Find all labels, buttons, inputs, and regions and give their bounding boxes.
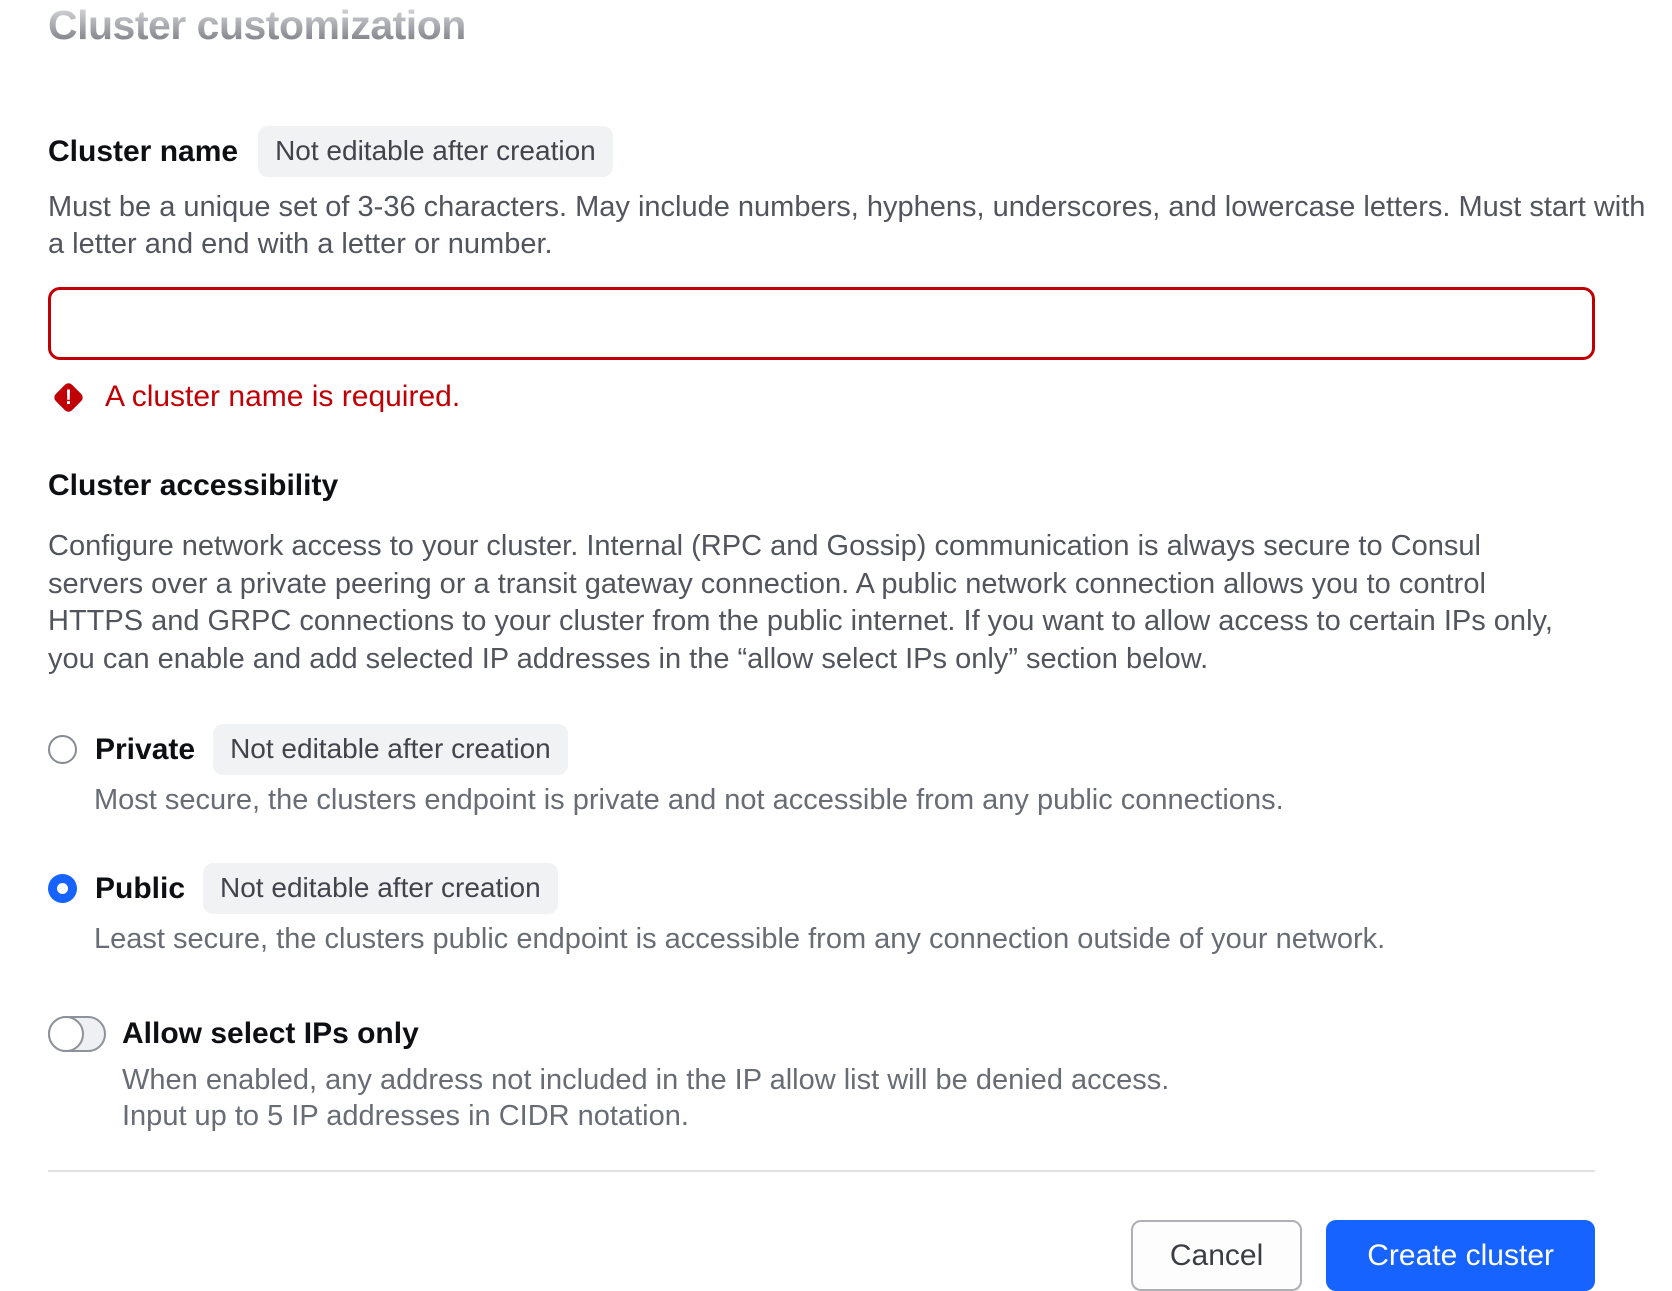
allow-select-ips-description-line: Input up to 5 IP addresses in CIDR notat… <box>122 1098 1595 1134</box>
cluster-name-help-text: Must be a unique set of 3-36 characters.… <box>48 189 1595 263</box>
footer-divider <box>48 1170 1595 1172</box>
allow-select-ips-description: When enabled, any address not included i… <box>122 1062 1595 1134</box>
radio-button-public[interactable] <box>48 874 77 903</box>
cluster-customization-form: Cluster customization Cluster name Not e… <box>0 0 1672 1291</box>
cluster-name-label: Cluster name <box>48 135 238 169</box>
alert-diamond-icon: ! <box>48 377 88 417</box>
create-cluster-button[interactable]: Create cluster <box>1326 1220 1595 1291</box>
private-badge: Not editable after creation <box>213 724 568 775</box>
cluster-name-error-message: A cluster name is required. <box>105 380 460 414</box>
cluster-name-label-row: Cluster name Not editable after creation <box>48 126 1595 177</box>
allow-select-ips-description-line: When enabled, any address not included i… <box>122 1062 1595 1098</box>
allow-select-ips-toggle[interactable] <box>48 1016 106 1052</box>
private-description: Most secure, the clusters endpoint is pr… <box>94 784 1595 817</box>
cluster-name-help-line: a letter and end with a letter or number… <box>48 226 1595 263</box>
public-badge: Not editable after creation <box>203 863 558 914</box>
allow-select-ips-row: Allow select IPs only <box>48 1016 1595 1052</box>
radio-label-private: Private <box>95 733 195 767</box>
accessibility-description-line: HTTPS and GRPC connections to your clust… <box>48 603 1595 641</box>
radio-button-private[interactable] <box>48 735 77 764</box>
cluster-name-badge: Not editable after creation <box>258 126 613 177</box>
radio-label-public: Public <box>95 872 185 906</box>
public-description: Least secure, the clusters public endpoi… <box>94 923 1595 956</box>
accessibility-description-line: Configure network access to your cluster… <box>48 528 1595 566</box>
radio-option-private[interactable]: Private Not editable after creation <box>48 724 1595 775</box>
cluster-name-help-line: Must be a unique set of 3-36 characters.… <box>48 189 1595 226</box>
page-title: Cluster customization <box>48 2 466 49</box>
radio-option-public[interactable]: Public Not editable after creation <box>48 863 1595 914</box>
accessibility-description-line: servers over a private peering or a tran… <box>48 566 1595 604</box>
allow-select-ips-label: Allow select IPs only <box>122 1017 419 1051</box>
cluster-accessibility-description: Configure network access to your cluster… <box>48 528 1595 678</box>
accessibility-description-line: you can enable and add selected IP addre… <box>48 641 1595 679</box>
cancel-button[interactable]: Cancel <box>1131 1220 1302 1291</box>
cluster-name-input[interactable] <box>48 287 1595 360</box>
toggle-knob-icon <box>48 1016 84 1052</box>
cluster-name-error-row: ! A cluster name is required. <box>48 377 1595 417</box>
footer-actions: Cancel Create cluster <box>48 1220 1595 1291</box>
cluster-accessibility-heading: Cluster accessibility <box>48 469 1595 503</box>
